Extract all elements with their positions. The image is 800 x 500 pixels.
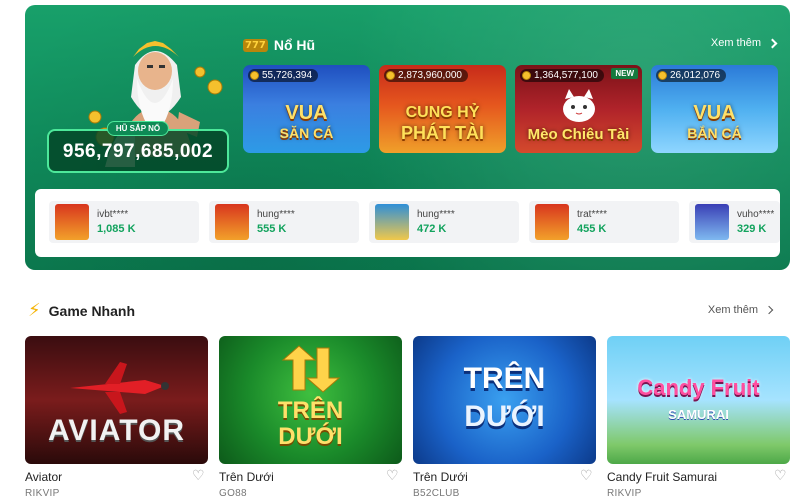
winner-item[interactable]: hung**** 472 K bbox=[369, 201, 519, 243]
arrows-image bbox=[281, 345, 341, 393]
game-art-line1: TRÊN bbox=[463, 362, 546, 395]
winner-game-thumb bbox=[55, 204, 89, 240]
game-card-tren-duoi-go88[interactable]: TRÊN DƯỚI bbox=[219, 336, 402, 464]
game-art-line1: TRÊN bbox=[277, 397, 344, 424]
heart-icon[interactable]: ♡ bbox=[386, 469, 400, 483]
slot-title-line1: Mèo Chiêu Tài bbox=[527, 126, 630, 143]
winner-username: vuho**** bbox=[737, 209, 775, 220]
game-nhanh-header: ⚡ Game Nhanh bbox=[28, 300, 135, 321]
chevron-right-icon bbox=[764, 305, 774, 315]
winner-amount: 472 K bbox=[417, 223, 447, 235]
no-hu-header: 777 Nổ Hũ bbox=[243, 35, 315, 55]
slot-title-art: CUNG HỶ PHÁT TÀI bbox=[379, 103, 506, 143]
winner-item[interactable]: vuho**** 329 K bbox=[689, 201, 780, 243]
game-name: Aviator bbox=[25, 470, 63, 484]
game-card-aviator[interactable]: AVIATOR bbox=[25, 336, 208, 464]
slot-card-cung-hy-phat-tai[interactable]: 2,873,960,000 CUNG HỶ PHÁT TÀI bbox=[379, 65, 506, 153]
jackpot-panel: HŨ SẮP NỔ 956,797,685,002 777 Nổ Hũ Xem … bbox=[25, 5, 790, 270]
slot-title-line1: VUA bbox=[693, 102, 736, 124]
airplane-image bbox=[70, 362, 169, 414]
game-nhanh-see-more-link[interactable]: Xem thêm bbox=[707, 304, 774, 316]
heart-icon[interactable]: ♡ bbox=[580, 469, 594, 483]
winner-amount: 1,085 K bbox=[97, 223, 136, 235]
new-badge: NEW bbox=[611, 68, 638, 79]
slot-jackpot-amount: 55,726,394 bbox=[262, 70, 313, 81]
jackpot-pill: 55,726,394 bbox=[248, 69, 319, 82]
slot-title-art: VUA BẮN CÁ bbox=[651, 103, 778, 143]
winner-game-thumb bbox=[535, 204, 569, 240]
heart-icon[interactable]: ♡ bbox=[774, 469, 788, 483]
slot-title-line2: BẮN CÁ bbox=[687, 125, 742, 141]
winner-amount: 329 K bbox=[737, 223, 767, 235]
jackpot-counter: HŨ SẮP NỔ 956,797,685,002 bbox=[47, 121, 229, 173]
game-name: Candy Fruit Samurai bbox=[607, 470, 718, 484]
game-art-title: TRÊN DƯỚI bbox=[413, 360, 596, 436]
game-name: Trên Dưới bbox=[413, 470, 468, 484]
slot-jackpot-amount: 26,012,076 bbox=[670, 70, 721, 81]
slot-title-art: VUA SĂN CÁ bbox=[243, 103, 370, 143]
game-art-line1: Candy Fruit bbox=[637, 375, 760, 400]
jackpot-label: HŨ SẮP NỔ bbox=[106, 121, 170, 136]
slot-777-icon: 777 bbox=[243, 38, 268, 52]
game-provider: B52CLUB bbox=[413, 488, 460, 499]
winner-item[interactable]: trat**** 455 K bbox=[529, 201, 679, 243]
winner-amount: 455 K bbox=[577, 223, 607, 235]
no-hu-see-more-link[interactable]: Xem thêm bbox=[710, 37, 778, 49]
jackpot-pill: 2,873,960,000 bbox=[384, 69, 468, 82]
game-card-tren-duoi-b52club[interactable]: TRÊN DƯỚI bbox=[413, 336, 596, 464]
lucky-cat-image bbox=[563, 89, 595, 122]
game-art-line2: DƯỚI bbox=[464, 400, 545, 433]
game-art-title: AVIATOR bbox=[47, 414, 185, 447]
winner-username: ivbt**** bbox=[97, 209, 129, 220]
game-nhanh-title: Game Nhanh bbox=[48, 302, 135, 319]
heart-icon[interactable]: ♡ bbox=[192, 469, 206, 483]
coin-icon bbox=[658, 71, 667, 80]
slot-title-line2: PHÁT TÀI bbox=[401, 123, 484, 143]
winner-item[interactable]: hung**** 555 K bbox=[209, 201, 359, 243]
see-more-label: Xem thêm bbox=[710, 37, 761, 49]
see-more-label: Xem thêm bbox=[707, 304, 758, 316]
winner-item[interactable]: ivbt**** 1,085 K bbox=[49, 201, 199, 243]
game-provider: RIKVIP bbox=[25, 488, 60, 499]
jackpot-pill: 26,012,076 bbox=[656, 69, 727, 82]
winner-username: hung**** bbox=[417, 209, 455, 220]
game-art-line2: SAMURAI bbox=[668, 407, 729, 422]
winner-username: hung**** bbox=[257, 209, 295, 220]
slot-card-vua-ban-ca[interactable]: 26,012,076 VUA BẮN CÁ bbox=[651, 65, 778, 153]
slot-title-art: Mèo Chiêu Tài bbox=[515, 125, 642, 145]
slot-jackpot-amount: 2,873,960,000 bbox=[398, 70, 462, 81]
jackpot-pill: 1,364,577,100 bbox=[520, 69, 604, 82]
recent-winners-strip: ivbt**** 1,085 K hung**** 555 K hung**** 47… bbox=[35, 189, 780, 257]
game-card-candy-fruit-samurai[interactable]: Candy Fruit SAMURAI bbox=[607, 336, 790, 464]
slot-jackpot-amount: 1,364,577,100 bbox=[534, 70, 598, 81]
chevron-right-icon bbox=[767, 38, 778, 48]
game-art-title: TRÊN DƯỚI bbox=[219, 398, 402, 450]
game-provider: GO88 bbox=[219, 488, 247, 499]
coin-icon bbox=[522, 71, 531, 80]
slot-title-line1: CUNG HỶ bbox=[405, 104, 480, 121]
slot-card-vua-san-ca[interactable]: 55,726,394 VUA SĂN CÁ bbox=[243, 65, 370, 153]
game-name: Trên Dưới bbox=[219, 470, 274, 484]
no-hu-title: Nổ Hũ bbox=[273, 37, 316, 53]
winner-game-thumb bbox=[375, 204, 409, 240]
winner-game-thumb bbox=[215, 204, 249, 240]
game-art-line2: DƯỚI bbox=[278, 423, 343, 450]
slot-card-meo-chieu-tai[interactable]: 1,364,577,100 NEW Mèo Chiêu Tài bbox=[515, 65, 642, 153]
slot-title-line2: SĂN CÁ bbox=[279, 125, 334, 141]
coin-icon bbox=[250, 71, 259, 80]
winner-username: trat**** bbox=[577, 209, 608, 220]
slot-title-line1: VUA bbox=[285, 102, 328, 124]
game-art-title: Candy Fruit SAMURAI bbox=[607, 376, 790, 427]
lightning-icon: ⚡ bbox=[28, 300, 41, 321]
jackpot-value: 956,797,685,002 bbox=[62, 141, 214, 162]
winner-amount: 555 K bbox=[257, 223, 287, 235]
game-provider: RIKVIP bbox=[607, 488, 642, 499]
winner-game-thumb bbox=[695, 204, 729, 240]
coin-icon bbox=[386, 71, 395, 80]
